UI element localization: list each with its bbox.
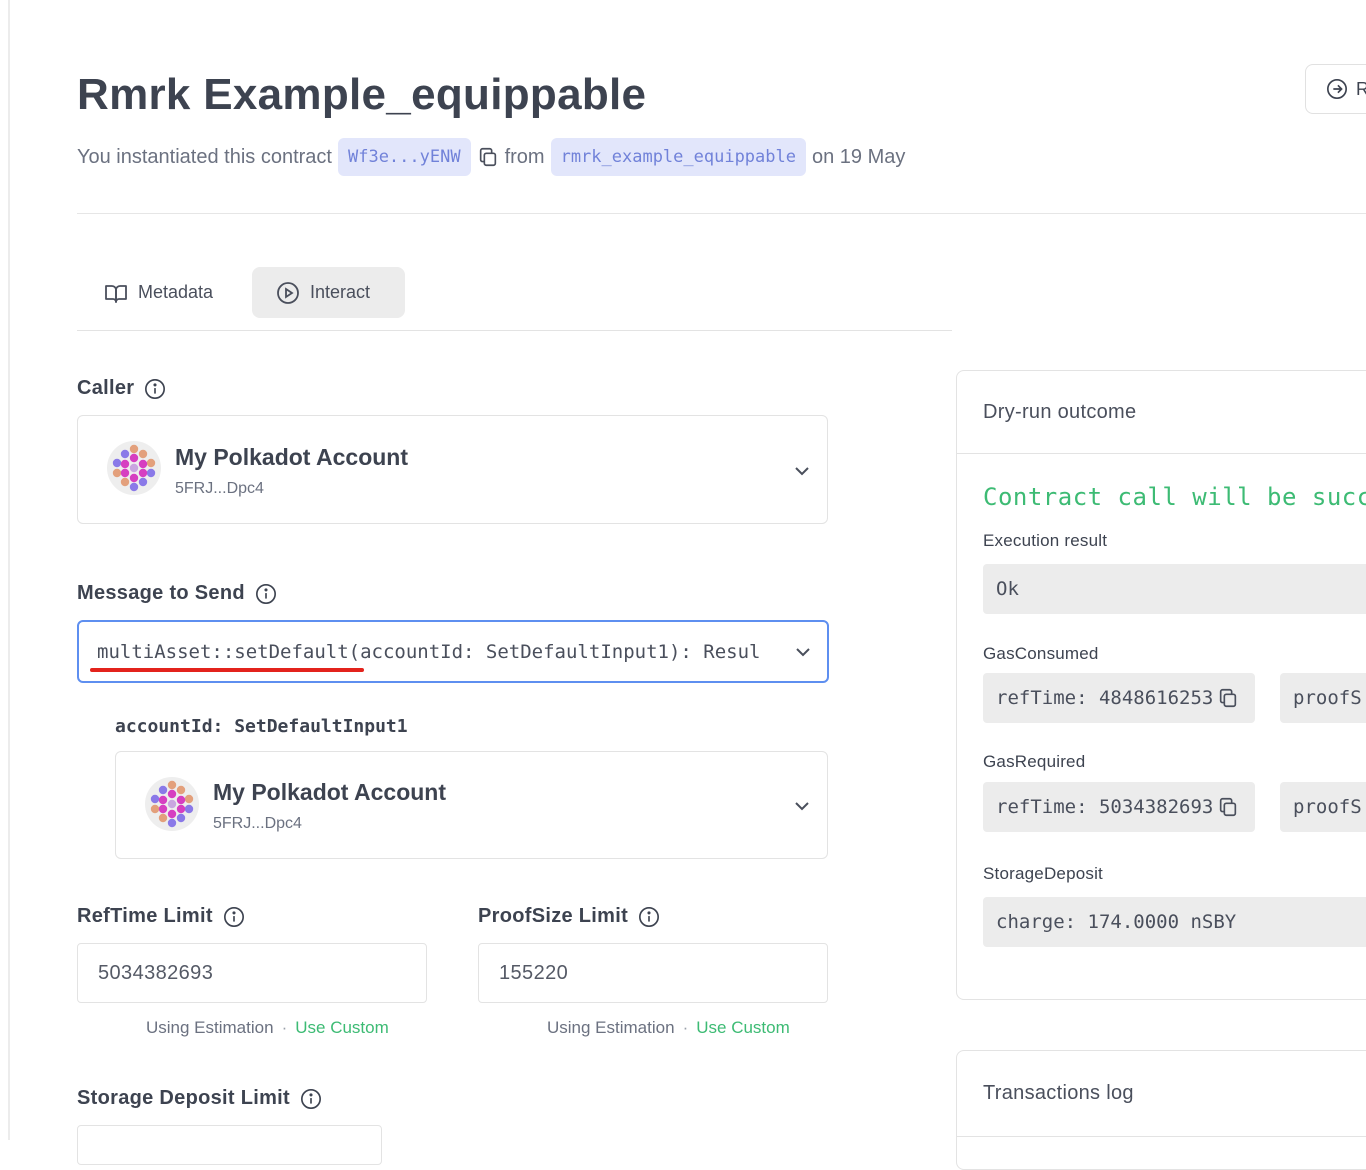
argument-label: accountId: SetDefaultInput1 bbox=[115, 716, 408, 737]
top-right-button[interactable]: R bbox=[1305, 64, 1366, 114]
tab-metadata-label: Metadata bbox=[138, 282, 214, 302]
argument-account-address: 5FRJ...Dpc4 bbox=[213, 815, 302, 832]
gas-required-proofsize: proofS bbox=[1280, 782, 1366, 832]
proofsize-limit-label-text: ProofSize Limit bbox=[478, 905, 629, 927]
caller-label-text: Caller bbox=[77, 377, 135, 399]
caller-label: Caller bbox=[77, 377, 166, 400]
tabs-divider bbox=[77, 330, 952, 331]
transactions-log-header: Transactions log bbox=[957, 1051, 1366, 1137]
chevron-down-icon bbox=[795, 802, 809, 811]
reftime-estimation-row: Using Estimation · Use Custom bbox=[146, 1018, 389, 1038]
storage-deposit-label: StorageDeposit bbox=[983, 864, 1103, 883]
argument-account-name: My Polkadot Account bbox=[213, 779, 446, 805]
copy-icon[interactable] bbox=[1217, 796, 1239, 818]
subtitle-prefix: You instantiated this contract bbox=[77, 145, 332, 168]
caller-account-select[interactable]: My Polkadot Account 5FRJ...Dpc4 bbox=[77, 415, 828, 524]
message-label: Message to Send bbox=[77, 582, 277, 605]
tab-interact-label: Interact bbox=[310, 282, 371, 302]
annotation-underline bbox=[90, 668, 364, 672]
using-estimation-text: Using Estimation bbox=[146, 1018, 274, 1037]
storage-deposit-limit-input[interactable] bbox=[77, 1125, 382, 1165]
reftime-limit-label-text: RefTime Limit bbox=[77, 905, 213, 927]
arrow-circle-right-icon bbox=[1326, 78, 1348, 100]
play-circle-icon bbox=[276, 281, 300, 305]
storage-deposit-limit-label: Storage Deposit Limit bbox=[77, 1087, 322, 1110]
storage-deposit-value: charge: 174.0000 nSBY bbox=[983, 897, 1366, 947]
top-right-button-label: R bbox=[1356, 78, 1366, 99]
proofsize-limit-input[interactable]: 155220 bbox=[478, 943, 828, 1003]
gas-required-reftime: refTime: 5034382693 bbox=[996, 796, 1214, 818]
chevron-down-icon bbox=[796, 648, 810, 657]
gas-required-label: GasRequired bbox=[983, 752, 1086, 771]
chevron-down-icon bbox=[795, 467, 809, 476]
header-divider bbox=[77, 213, 1366, 214]
tab-metadata[interactable]: Metadata bbox=[80, 267, 237, 318]
separator-dot: · bbox=[682, 1018, 689, 1037]
dry-run-header: Dry-run outcome bbox=[957, 371, 1366, 454]
message-selected-value: multiAsset::setDefault(accountId: SetDef… bbox=[97, 641, 761, 663]
caller-account-address: 5FRJ...Dpc4 bbox=[175, 480, 264, 497]
caller-account-name: My Polkadot Account bbox=[175, 444, 408, 470]
dry-run-status: Contract call will be success bbox=[983, 483, 1366, 511]
from-text: from bbox=[504, 145, 545, 168]
gas-consumed-reftime: refTime: 4848616253 bbox=[996, 687, 1214, 709]
contract-subtitle: You instantiated this contract Wf3e...yE… bbox=[77, 138, 905, 176]
info-icon[interactable] bbox=[144, 378, 166, 400]
info-icon[interactable] bbox=[255, 583, 277, 605]
argument-account-select[interactable]: My Polkadot Account 5FRJ...Dpc4 bbox=[115, 751, 828, 859]
proofsize-limit-label: ProofSize Limit bbox=[478, 905, 660, 928]
reftime-limit-input[interactable]: 5034382693 bbox=[77, 943, 427, 1003]
execution-result-value: Ok bbox=[983, 564, 1366, 614]
copy-icon[interactable] bbox=[1217, 687, 1239, 709]
copy-icon[interactable] bbox=[477, 146, 499, 168]
gas-consumed-reftime-box: refTime: 4848616253 bbox=[983, 673, 1255, 723]
use-custom-link[interactable]: Use Custom bbox=[295, 1018, 389, 1038]
message-select[interactable]: multiAsset::setDefault(accountId: SetDef… bbox=[77, 620, 829, 683]
info-icon[interactable] bbox=[638, 906, 660, 928]
transactions-log-panel: Transactions log bbox=[956, 1050, 1366, 1170]
gas-required-reftime-box: refTime: 5034382693 bbox=[983, 782, 1255, 832]
separator-dot: · bbox=[281, 1018, 288, 1037]
storage-deposit-limit-label-text: Storage Deposit Limit bbox=[77, 1087, 290, 1109]
date-text: on 19 May bbox=[811, 145, 906, 168]
account-identicon bbox=[107, 441, 161, 495]
transactions-log-title: Transactions log bbox=[983, 1082, 1134, 1104]
gas-consumed-label: GasConsumed bbox=[983, 644, 1099, 663]
proofsize-estimation-row: Using Estimation · Use Custom bbox=[547, 1018, 790, 1038]
tab-interact[interactable]: Interact bbox=[252, 267, 405, 318]
message-label-text: Message to Send bbox=[77, 582, 245, 604]
account-identicon bbox=[145, 777, 199, 831]
info-icon[interactable] bbox=[223, 906, 245, 928]
gas-consumed-proofsize: proofS bbox=[1280, 673, 1366, 723]
use-custom-link[interactable]: Use Custom bbox=[696, 1018, 790, 1038]
info-icon[interactable] bbox=[300, 1088, 322, 1110]
reftime-limit-label: RefTime Limit bbox=[77, 905, 245, 928]
dry-run-panel: Dry-run outcome Contract call will be su… bbox=[956, 370, 1366, 1000]
dry-run-title: Dry-run outcome bbox=[983, 401, 1137, 423]
book-icon bbox=[104, 282, 128, 304]
left-border bbox=[8, 0, 10, 1140]
page-title: Rmrk Example_equippable bbox=[77, 70, 647, 119]
code-hash-chip[interactable]: rmrk_example_equippable bbox=[550, 138, 806, 176]
contract-address-chip[interactable]: Wf3e...yENW bbox=[337, 138, 471, 176]
execution-result-label: Execution result bbox=[983, 531, 1108, 550]
using-estimation-text: Using Estimation bbox=[547, 1018, 675, 1037]
